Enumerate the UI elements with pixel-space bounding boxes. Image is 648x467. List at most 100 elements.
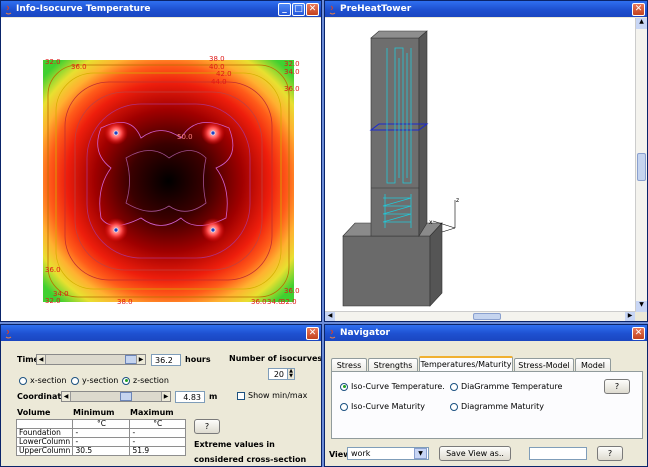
scroll-thumb[interactable]	[637, 153, 646, 181]
tab-stress[interactable]: Stress	[331, 358, 367, 371]
x-section-radio[interactable]: x-section	[19, 376, 66, 385]
horizontal-scrollbar[interactable]: ◀ ▶	[325, 311, 635, 321]
checkbox-box	[237, 391, 245, 400]
isocurve-field	[43, 60, 294, 302]
col-header-volume: Volume	[17, 408, 51, 417]
tab-temperatures-maturity[interactable]: Temperatures/Maturity	[419, 356, 513, 371]
time-field[interactable]: 36.2	[151, 354, 181, 366]
minmax-table: °C °C Foundation - - LowerColumn - - UpperCol…	[15, 419, 186, 456]
time-slider[interactable]: ◀ ▶	[36, 354, 146, 365]
navigator-window: Navigator ✕ Stress Strengths Temperature…	[324, 324, 648, 467]
diagramme-maturity-radio[interactable]: Diagramme Maturity	[450, 402, 544, 411]
extreme-values-label-1: Extreme values in	[194, 440, 275, 449]
chevron-down-icon[interactable]: ▼	[414, 448, 427, 459]
help-button[interactable]: ?	[194, 419, 220, 434]
slider-left-arrow[interactable]: ◀	[62, 392, 71, 401]
radio-dot	[450, 382, 458, 391]
diagramme-temperature-radio[interactable]: DiaGramme Temperature	[450, 382, 562, 391]
tower-title: PreHeatTower	[340, 4, 412, 14]
num-isocurves-label: Number of isocurves	[229, 354, 322, 363]
tab-model[interactable]: Model	[575, 358, 611, 371]
isocurve-titlebar[interactable]: Info-Isocurve Temperature _ □ ✕	[1, 1, 321, 17]
scroll-right-arrow[interactable]: ▶	[625, 312, 635, 321]
java-icon	[5, 5, 12, 14]
slider-left-arrow[interactable]: ◀	[37, 355, 46, 364]
radio-dot	[122, 376, 130, 385]
radio-label: Iso-Curve Maturity	[351, 402, 425, 411]
table-cell: 30.5	[72, 446, 131, 456]
radio-label: Diagramme Maturity	[461, 402, 544, 411]
help-button[interactable]: ?	[604, 379, 630, 394]
scroll-down-arrow[interactable]: ▼	[636, 301, 647, 312]
close-icon[interactable]: ✕	[632, 2, 645, 16]
slider-thumb[interactable]	[120, 392, 132, 401]
table-cell: °C	[72, 419, 131, 429]
tab-stress-model[interactable]: Stress-Model	[514, 358, 574, 371]
checkbox-label: Show min/max	[248, 391, 308, 400]
iso-label: 36.0	[284, 287, 300, 295]
vertical-scrollbar[interactable]: ▲ ▼	[635, 18, 647, 312]
z-section-radio[interactable]: z-section	[122, 376, 169, 385]
navigator-title: Navigator	[340, 328, 390, 338]
radio-dot	[19, 376, 27, 385]
save-view-button[interactable]: Save View as..	[439, 446, 511, 461]
iso-label: 44.0	[211, 78, 227, 86]
coordinate-label: Coordinate	[17, 392, 67, 401]
java-icon	[5, 329, 12, 338]
col-header-maximum: Maximum	[130, 408, 174, 417]
isocurve-title: Info-Isocurve Temperature	[16, 4, 151, 14]
java-icon	[329, 5, 336, 14]
controls-titlebar[interactable]: ✕	[1, 325, 321, 341]
iso-label: 42.0	[216, 70, 232, 78]
radio-dot	[71, 376, 79, 385]
iso-label: 32.0	[281, 298, 297, 306]
table-cell: 51.9	[129, 446, 186, 456]
java-icon	[329, 329, 336, 338]
iso-label: 36.0	[251, 298, 267, 306]
tab-panel: Iso-Curve Temperature. DiaGramme Tempera…	[331, 371, 643, 439]
hscroll-thumb[interactable]	[473, 313, 501, 320]
help-button-2[interactable]: ?	[597, 446, 623, 461]
slider-right-arrow[interactable]: ▶	[161, 392, 170, 401]
radio-label: z-section	[133, 376, 169, 385]
scroll-up-arrow[interactable]: ▲	[636, 18, 647, 29]
coordinate-field[interactable]: 4.83	[175, 391, 205, 403]
spinner-arrows-icon[interactable]: ▲ ▼	[287, 368, 295, 380]
scroll-left-arrow[interactable]: ◀	[325, 312, 335, 321]
minimize-icon[interactable]: _	[278, 2, 291, 16]
slider-right-arrow[interactable]: ▶	[136, 355, 145, 364]
coordinate-slider[interactable]: ◀ ▶	[61, 391, 171, 402]
tab-strengths[interactable]: Strengths	[368, 358, 418, 371]
save-name-field[interactable]	[529, 447, 587, 460]
num-isocurves-spinner[interactable]: 20	[268, 368, 288, 380]
isocurve-canvas: 32.0 36.0 38.0 40.0 42.0 44.0 32.0 34.0 …	[1, 18, 321, 321]
tower-viewport[interactable]: z x	[325, 18, 635, 312]
iso-label: 36.0	[71, 63, 87, 71]
radio-label: y-section	[82, 376, 119, 385]
radio-label: DiaGramme Temperature	[461, 382, 563, 391]
iso-label: 38.0	[117, 298, 133, 306]
navigator-titlebar[interactable]: Navigator ✕	[325, 325, 647, 341]
iso-label: 32.0	[45, 297, 61, 305]
iso-label: 34.0	[284, 68, 300, 76]
col-header-minimum: Minimum	[73, 408, 115, 417]
table-cell: -	[72, 428, 131, 438]
maximize-icon[interactable]: □	[292, 2, 305, 16]
extreme-values-label-2: considered cross-section	[194, 455, 307, 464]
close-icon[interactable]: ✕	[306, 2, 319, 16]
iso-curve-temperature-radio[interactable]: Iso-Curve Temperature.	[340, 382, 445, 391]
y-section-radio[interactable]: y-section	[71, 376, 118, 385]
iso-label: 32.0	[284, 60, 300, 68]
table-cell: °C	[129, 419, 186, 429]
radio-dot	[450, 402, 458, 411]
radio-label: Iso-Curve Temperature.	[351, 382, 445, 391]
tower-3d-view: z x	[342, 30, 459, 307]
close-icon[interactable]: ✕	[632, 326, 645, 340]
tower-titlebar[interactable]: PreHeatTower ✕	[325, 1, 647, 17]
show-minmax-checkbox[interactable]: Show min/max	[237, 391, 307, 400]
controls-window: ✕ Time ◀ ▶ 36.2 hours Number of isocurve…	[0, 324, 322, 467]
close-icon[interactable]: ✕	[306, 326, 319, 340]
isocurve-window: Info-Isocurve Temperature _ □ ✕ 32.0 36.…	[0, 0, 322, 322]
iso-curve-maturity-radio[interactable]: Iso-Curve Maturity	[340, 402, 425, 411]
iso-label: 36.0	[45, 266, 61, 274]
